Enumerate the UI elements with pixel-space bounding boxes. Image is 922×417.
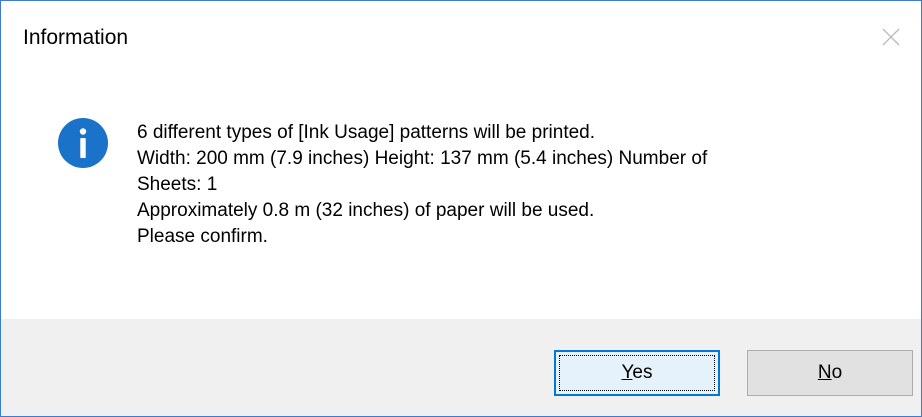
close-icon — [882, 28, 900, 46]
message-line: Width: 200 mm (7.9 inches) Height: 137 m… — [137, 148, 708, 169]
title-bar: Information — [1, 1, 921, 79]
no-label-rest: o — [831, 362, 843, 383]
info-icon — [58, 118, 108, 168]
no-button-label: No — [818, 362, 842, 384]
yes-button-label: Yes — [621, 362, 652, 384]
button-bar: Yes No — [1, 319, 921, 416]
no-button[interactable]: No — [747, 350, 913, 396]
message-line: 6 different types of [Ink Usage] pattern… — [137, 122, 596, 143]
message-line: Please confirm. — [137, 226, 268, 247]
yes-mnemonic: Y — [621, 362, 633, 383]
message-line: Approximately 0.8 m (32 inches) of paper… — [137, 200, 595, 221]
no-mnemonic: N — [817, 362, 832, 383]
yes-label-rest: es — [632, 362, 653, 383]
information-dialog: Information 6 different types of [Ink Us… — [0, 0, 922, 417]
window-title: Information — [23, 26, 129, 49]
close-button[interactable] — [861, 1, 921, 73]
message-line: Sheets: 1 — [137, 174, 218, 195]
dialog-content: 6 different types of [Ink Usage] pattern… — [1, 79, 921, 319]
yes-button[interactable]: Yes — [554, 350, 720, 396]
message-text: 6 different types of [Ink Usage] pattern… — [137, 120, 877, 250]
